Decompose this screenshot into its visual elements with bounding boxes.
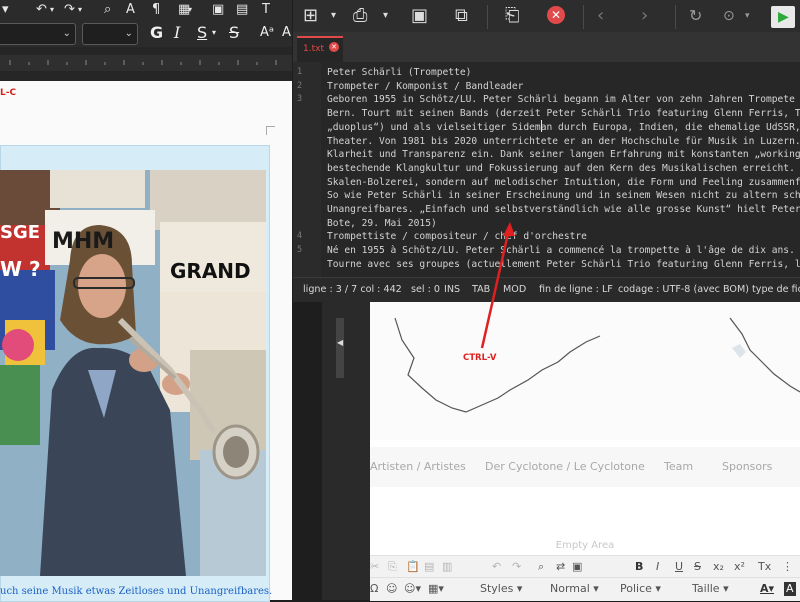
annotation-arrow	[480, 222, 515, 349]
annotation-label: CTRL-V	[463, 353, 497, 363]
